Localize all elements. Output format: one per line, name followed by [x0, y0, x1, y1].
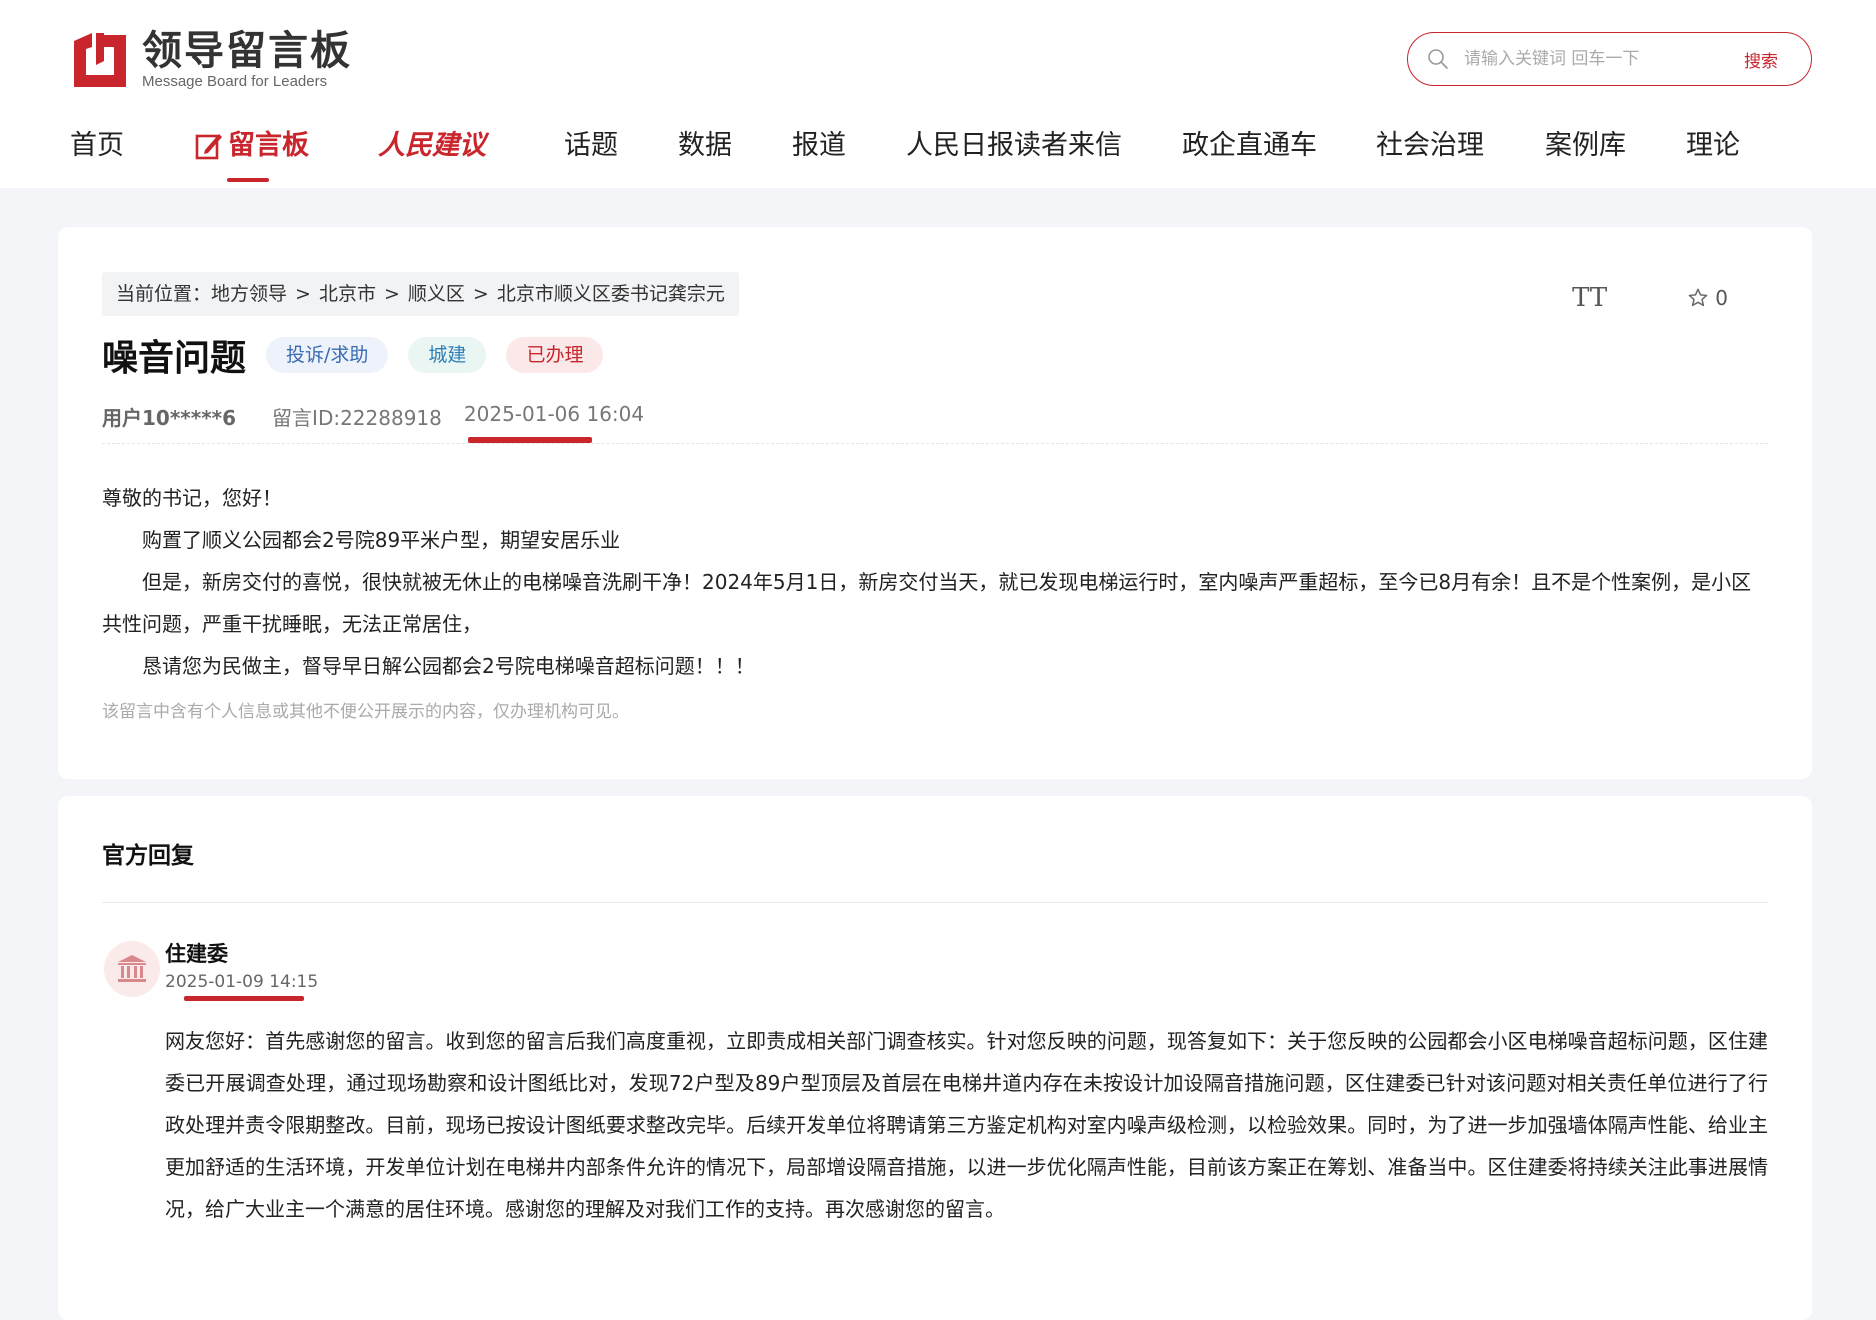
favorite-button[interactable]: 0 — [1687, 286, 1728, 310]
reply-date-highlight — [184, 996, 304, 1001]
privacy-note: 该留言中含有个人信息或其他不便公开展示的内容，仅办理机构可见。 — [102, 702, 629, 722]
edit-icon — [195, 134, 222, 160]
nav-theory[interactable]: 理论 — [1686, 120, 1740, 172]
breadcrumb: 当前位置： 地方领导 > 北京市 > 顺义区 > 北京市顺义区委书记龚宗元 — [102, 272, 739, 316]
nav-social-governance[interactable]: 社会治理 — [1376, 120, 1484, 172]
breadcrumb-item[interactable]: 地方领导 — [211, 272, 287, 316]
nav-message-board-label: 留言板 — [228, 130, 309, 161]
font-size-icon[interactable]: TT — [1572, 283, 1607, 313]
nav-topics[interactable]: 话题 — [564, 120, 618, 172]
divider — [102, 443, 1768, 444]
message-title: 噪音问题 — [102, 338, 247, 379]
message-paragraph: 但是，新房交付的喜悦，很快就被无休止的电梯噪音洗刷干净！2024年5月1日，新房… — [102, 570, 1752, 636]
message-user: 用户10*****6 — [102, 406, 237, 430]
nav-data[interactable]: 数据 — [678, 120, 732, 172]
favorite-count: 0 — [1715, 286, 1728, 310]
breadcrumb-separator: > — [472, 283, 489, 305]
site-logo[interactable]: 领导留言板 Message Board for Leaders — [70, 28, 352, 92]
message-paragraph: 恳请您为民做主，督导早日解公园都会2号院电梯噪音超标问题！！！ — [142, 654, 755, 678]
star-icon — [1688, 288, 1708, 307]
reply-card: 官方回复 住建委 2025-01-09 14:15 网友您好：首先感谢您的留言。… — [58, 796, 1812, 1320]
reply-section-title: 官方回复 — [102, 843, 194, 869]
message-date: 2025-01-06 16:04 — [463, 402, 645, 426]
message-meta: 用户10*****6 留言ID:22288918 2025-01-06 16:0… — [102, 402, 644, 431]
message-card: 当前位置： 地方领导 > 北京市 > 顺义区 > 北京市顺义区委书记龚宗元 TT… — [58, 227, 1812, 779]
government-building-icon — [118, 955, 146, 982]
message-paragraph: 购置了顺义公园都会2号院89平米户型，期望安居乐业 — [142, 528, 621, 552]
breadcrumb-separator: > — [295, 283, 311, 305]
status-badge: 已办理 — [506, 337, 604, 373]
logo-subtitle: Message Board for Leaders — [142, 73, 328, 90]
tag-category: 投诉/求助 — [266, 337, 389, 373]
department-avatar — [104, 941, 160, 997]
nav-readers-letters[interactable]: 人民日报读者来信 — [906, 120, 1122, 172]
tag-field: 城建 — [408, 337, 487, 373]
search-icon — [1428, 49, 1448, 69]
search-input[interactable] — [1464, 49, 1734, 69]
breadcrumb-prefix: 当前位置： — [116, 283, 212, 305]
breadcrumb-separator: > — [383, 283, 400, 305]
message-body: 尊敬的书记，您好！ 购置了顺义公园都会2号院89平米户型，期望安居乐业 但是，新… — [102, 477, 1768, 687]
divider — [102, 902, 1768, 903]
reply-department: 住建委 — [165, 942, 228, 966]
breadcrumb-item[interactable]: 北京市顺义区委书记龚宗元 — [497, 272, 725, 316]
nav-reports[interactable]: 报道 — [792, 120, 846, 172]
title-row: 噪音问题 投诉/求助 城建 已办理 — [102, 329, 604, 381]
site-header: 领导留言板 Message Board for Leaders 搜索 首页 留言… — [0, 0, 1876, 188]
nav-people-suggestion[interactable]: 人民建议 — [378, 120, 486, 172]
nav-case-library[interactable]: 案例库 — [1545, 120, 1626, 172]
message-id: 留言ID:22288918 — [272, 406, 442, 430]
logo-mark-icon — [74, 33, 126, 87]
breadcrumb-item[interactable]: 北京市 — [319, 272, 376, 316]
breadcrumb-item[interactable]: 顺义区 — [408, 272, 465, 316]
nav-home[interactable]: 首页 — [70, 120, 124, 172]
reply-body: 网友您好：首先感谢您的留言。收到您的留言后我们高度重视，立即责成相关部门调查核实… — [165, 1029, 1768, 1221]
nav-government-business[interactable]: 政企直通车 — [1182, 120, 1317, 172]
nav-active-indicator — [227, 178, 269, 182]
reply-date: 2025-01-09 14:15 — [165, 972, 319, 992]
logo-title: 领导留言板 — [142, 28, 352, 74]
search-box: 搜索 — [1407, 32, 1812, 86]
message-tools: TT 0 — [1572, 283, 1728, 313]
nav-message-board[interactable]: 留言板 — [194, 120, 309, 172]
search-button[interactable]: 搜索 — [1744, 47, 1778, 72]
message-paragraph: 尊敬的书记，您好！ — [102, 486, 282, 510]
